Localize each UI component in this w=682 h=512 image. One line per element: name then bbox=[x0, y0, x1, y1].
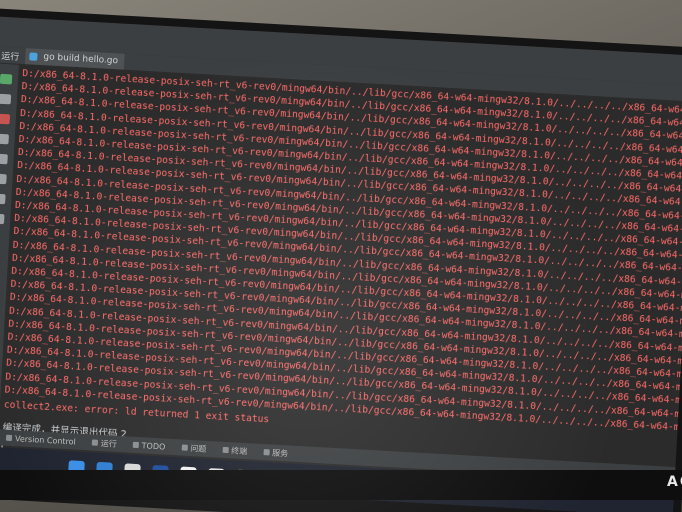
tool-window-title[interactable]: 运行 bbox=[0, 48, 26, 63]
tool-button-label: 终端 bbox=[230, 445, 248, 456]
pin-icon[interactable] bbox=[0, 193, 6, 205]
tool-button[interactable]: 运行 bbox=[84, 437, 126, 450]
services-icon bbox=[263, 449, 270, 456]
tool-button[interactable]: 服务 bbox=[255, 446, 297, 459]
soft-wrap-icon[interactable] bbox=[0, 153, 8, 165]
trash-icon[interactable] bbox=[0, 213, 5, 225]
monitor-brand-logo: AOC bbox=[666, 474, 682, 490]
run-config-label: go build hello.go bbox=[43, 52, 119, 67]
photo-scene: 运行 go build hello.go D:/x86_64-8.1.0-rel… bbox=[0, 0, 682, 512]
monitor-chin: AOC bbox=[0, 470, 682, 500]
scroll-to-end-icon[interactable] bbox=[0, 133, 9, 145]
rerun-icon[interactable] bbox=[0, 73, 13, 85]
tool-button[interactable]: 问题 bbox=[173, 442, 215, 455]
terminal-icon bbox=[222, 446, 229, 454]
tool-button[interactable]: TODO bbox=[124, 440, 173, 452]
wrench-icon[interactable] bbox=[0, 93, 12, 105]
tool-button-label: TODO bbox=[141, 440, 166, 452]
branch-icon bbox=[5, 434, 13, 442]
console-lines: D:/x86_64-8.1.0-release-posix-seh-rt_v6-… bbox=[4, 67, 682, 435]
ide-screen: 运行 go build hello.go D:/x86_64-8.1.0-rel… bbox=[0, 16, 682, 512]
tool-button-label: 问题 bbox=[190, 443, 207, 454]
tool-button[interactable]: 终端 bbox=[214, 444, 256, 457]
print-icon[interactable] bbox=[0, 173, 7, 185]
console-output[interactable]: D:/x86_64-8.1.0-release-posix-seh-rt_v6-… bbox=[1, 65, 682, 464]
list-icon bbox=[132, 441, 139, 449]
tool-button-label: 服务 bbox=[271, 448, 289, 458]
run-icon bbox=[91, 439, 98, 446]
warning-icon bbox=[181, 444, 188, 451]
monitor-bezel: 运行 go build hello.go D:/x86_64-8.1.0-rel… bbox=[0, 8, 682, 512]
tool-button-label: 运行 bbox=[100, 438, 118, 449]
stop-icon[interactable] bbox=[0, 113, 11, 125]
tool-button-label: Version Control bbox=[14, 433, 77, 447]
tool-button[interactable]: Version Control bbox=[0, 433, 84, 447]
